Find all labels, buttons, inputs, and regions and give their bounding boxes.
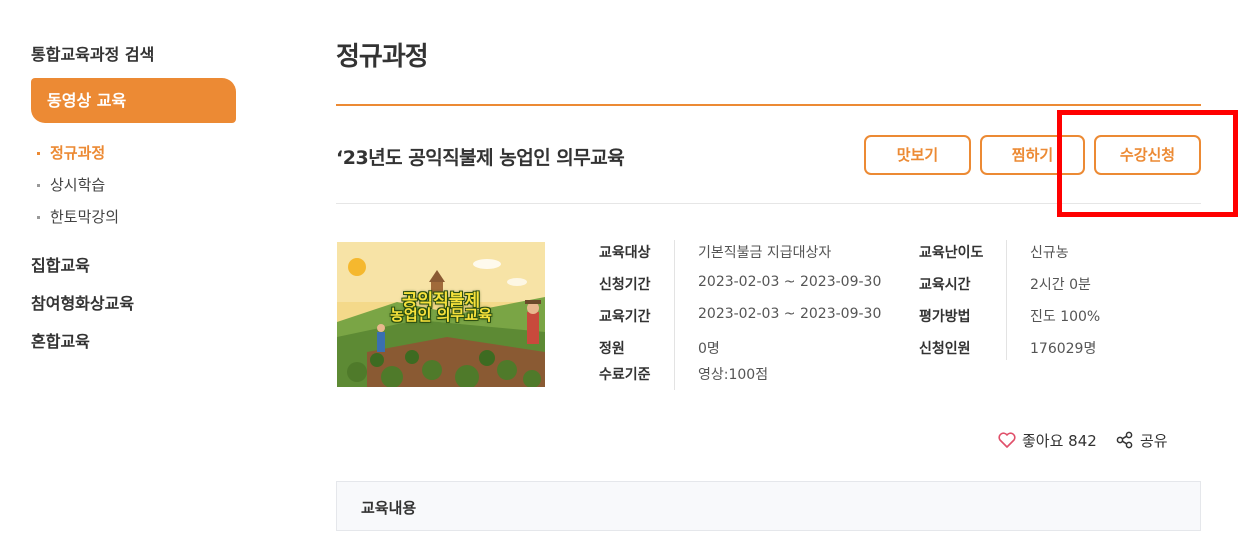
info-row: 교육대상 <box>599 242 651 262</box>
info-value-text: 0명 <box>698 341 720 357</box>
info-value: 2023-02-03 ~ 2023-09-30 <box>698 274 881 290</box>
thumbnail-title-line2: 농업인 의무교육 <box>390 306 492 324</box>
info-value: 신규농 <box>1030 242 1069 262</box>
info-row: 교육시간 <box>919 274 971 294</box>
share-icon <box>1116 431 1133 449</box>
info-value: 0명 <box>698 338 720 358</box>
info-label: 정원 <box>599 341 625 357</box>
title-divider <box>336 104 1201 106</box>
info-label: 교육시간 <box>919 277 971 293</box>
share-button[interactable]: 공유 <box>1116 430 1168 451</box>
info-row: 교육난이도 <box>919 242 983 262</box>
sidebar-item-group-education[interactable]: 집합교육 <box>31 252 90 276</box>
content-section-title: 교육내용 <box>361 499 417 517</box>
like-label: 좋아요 842 <box>1022 432 1097 450</box>
share-label: 공유 <box>1140 432 1168 450</box>
like-button[interactable]: 좋아요 842 <box>998 430 1097 451</box>
sidebar-item-video-conference[interactable]: 참여형화상교육 <box>31 290 134 314</box>
info-label: 교육난이도 <box>919 245 984 261</box>
sidebar-subitem-regular[interactable]: 정규과정 <box>37 142 105 163</box>
bullet-icon <box>37 184 40 187</box>
sidebar-item-video-education[interactable]: 동영상 교육 <box>31 78 236 123</box>
sidebar-item-search[interactable]: 통합교육과정 검색 <box>31 41 154 65</box>
info-row: 교육기간 <box>599 306 651 326</box>
info-value: 2시간 0분 <box>1030 274 1091 294</box>
info-value: 기본직불금 지급대상자 <box>698 242 831 262</box>
info-divider-right <box>1006 240 1007 360</box>
preview-button[interactable]: 맛보기 <box>864 135 971 175</box>
info-label: 신청기간 <box>599 277 651 293</box>
info-label: 교육대상 <box>599 245 651 261</box>
info-row: 평가방법 <box>919 306 971 326</box>
info-label: 평가방법 <box>919 309 971 325</box>
info-value-text: 기본직불금 지급대상자 <box>698 245 832 261</box>
course-title: ‘23년도 공익직불제 농업인 의무교육 <box>336 147 625 169</box>
bullet-icon <box>37 152 40 155</box>
info-label: 수료기준 <box>599 367 651 383</box>
info-value: 176029명 <box>1030 338 1096 358</box>
course-content-section: 교육내용 <box>336 481 1201 531</box>
info-row: 신청인원 <box>919 338 971 358</box>
sidebar-subitem-always[interactable]: 상시학습 <box>37 174 105 195</box>
sidebar-subitem-short-lecture[interactable]: 한토막강의 <box>37 206 119 227</box>
info-divider-left <box>674 240 675 390</box>
info-value: 영상:100점 <box>698 364 768 384</box>
info-value-text: 176029명 <box>1030 341 1097 357</box>
sidebar-subitem-label: 정규과정 <box>50 144 106 162</box>
info-value-text: 2023-02-03 ~ 2023-09-30 <box>698 274 882 290</box>
course-thumbnail[interactable]: 공익직불제 농업인 의무교육 <box>337 242 545 387</box>
info-row: 신청기간 <box>599 274 651 294</box>
info-value-text: 신규농 <box>1030 245 1069 261</box>
info-row: 정원 <box>599 338 625 358</box>
heart-icon <box>998 432 1016 448</box>
info-value-text: 영상:100점 <box>698 367 769 383</box>
info-label: 신청인원 <box>919 341 971 357</box>
info-value: 진도 100% <box>1030 306 1100 326</box>
info-label: 교육기간 <box>599 309 651 325</box>
page-title: 정규과정 <box>336 42 429 72</box>
info-value-text: 2시간 0분 <box>1030 277 1091 293</box>
highlight-box <box>1057 110 1238 217</box>
sidebar-subitem-label: 한토막강의 <box>50 208 120 226</box>
sidebar-item-blended[interactable]: 혼합교육 <box>31 328 90 352</box>
bullet-icon <box>37 216 40 219</box>
info-value: 2023-02-03 ~ 2023-09-30 <box>698 306 881 322</box>
info-value-text: 진도 100% <box>1030 309 1101 325</box>
sidebar-subitem-label: 상시학습 <box>50 176 106 194</box>
info-row: 수료기준 <box>599 364 651 384</box>
info-value-text: 2023-02-03 ~ 2023-09-30 <box>698 306 882 322</box>
